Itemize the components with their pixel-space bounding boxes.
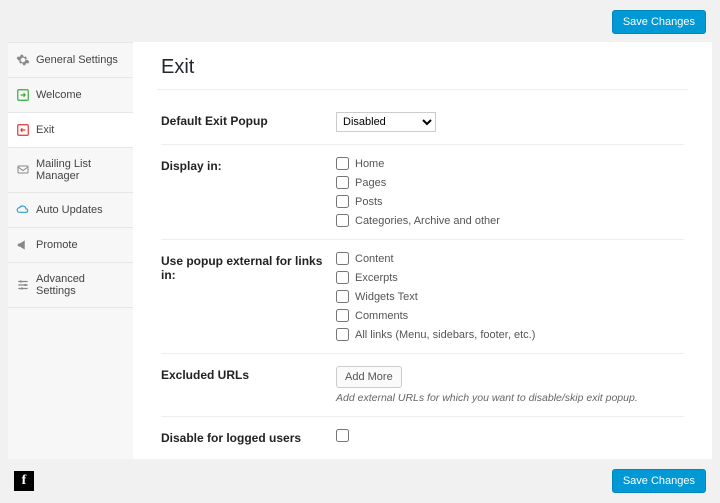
sidebar-item-general[interactable]: General Settings bbox=[8, 42, 133, 78]
check-posts[interactable]: Posts bbox=[336, 195, 684, 208]
sidebar-item-advanced[interactable]: Advanced Settings bbox=[8, 263, 133, 308]
check-excerpts[interactable]: Excerpts bbox=[336, 271, 684, 284]
row-display-in: Display in: Home Pages Posts Categories,… bbox=[161, 145, 684, 240]
check-content[interactable]: Content bbox=[336, 252, 684, 265]
sidebar-item-welcome[interactable]: Welcome bbox=[8, 78, 133, 113]
add-more-button[interactable]: Add More bbox=[336, 366, 402, 388]
check-categories[interactable]: Categories, Archive and other bbox=[336, 214, 684, 227]
row-disable-logged: Disable for logged users bbox=[161, 417, 684, 457]
checkbox-content[interactable] bbox=[336, 252, 349, 265]
checkbox-posts[interactable] bbox=[336, 195, 349, 208]
main-panel: Exit Default Exit Popup Disabled Display… bbox=[133, 42, 712, 459]
cloud-sync-icon bbox=[16, 203, 30, 217]
checkbox-widgets[interactable] bbox=[336, 290, 349, 303]
divider bbox=[157, 89, 688, 90]
sidebar-item-label: General Settings bbox=[36, 54, 118, 66]
label-default-popup: Default Exit Popup bbox=[161, 112, 336, 128]
save-button-bottom[interactable]: Save Changes bbox=[612, 469, 706, 493]
save-button-top[interactable]: Save Changes bbox=[612, 10, 706, 34]
checkbox-home[interactable] bbox=[336, 157, 349, 170]
check-widgets[interactable]: Widgets Text bbox=[336, 290, 684, 303]
row-excluded-urls: Excluded URLs Add More Add external URLs… bbox=[161, 354, 684, 417]
check-pages[interactable]: Pages bbox=[336, 176, 684, 189]
sidebar-item-exit[interactable]: Exit bbox=[8, 113, 133, 148]
check-comments[interactable]: Comments bbox=[336, 309, 684, 322]
envelope-icon bbox=[16, 163, 30, 177]
sliders-icon bbox=[16, 278, 30, 292]
label-display-in: Display in: bbox=[161, 157, 336, 173]
page-title: Exit bbox=[161, 56, 684, 79]
topbar: Save Changes bbox=[8, 8, 712, 42]
check-all-links[interactable]: All links (Menu, sidebars, footer, etc.) bbox=[336, 328, 684, 341]
bottombar: f Save Changes bbox=[8, 459, 712, 495]
label-external-links: Use popup external for links in: bbox=[161, 252, 336, 282]
check-home[interactable]: Home bbox=[336, 157, 684, 170]
checkbox-categories[interactable] bbox=[336, 214, 349, 227]
checkbox-comments[interactable] bbox=[336, 309, 349, 322]
arrow-in-icon bbox=[16, 88, 30, 102]
checkbox-excerpts[interactable] bbox=[336, 271, 349, 284]
sidebar: General Settings Welcome Exit Mailing Li… bbox=[8, 42, 133, 459]
facebook-icon[interactable]: f bbox=[14, 471, 34, 491]
checkbox-all-links[interactable] bbox=[336, 328, 349, 341]
excluded-urls-hint: Add external URLs for which you want to … bbox=[336, 392, 684, 404]
sidebar-item-promote[interactable]: Promote bbox=[8, 228, 133, 263]
sidebar-item-label: Advanced Settings bbox=[36, 273, 125, 297]
arrow-out-icon bbox=[16, 123, 30, 137]
sidebar-item-label: Exit bbox=[36, 124, 54, 136]
checkbox-pages[interactable] bbox=[336, 176, 349, 189]
checkbox-disable-logged[interactable] bbox=[336, 429, 349, 442]
row-external-links: Use popup external for links in: Content… bbox=[161, 240, 684, 354]
sidebar-item-auto-updates[interactable]: Auto Updates bbox=[8, 193, 133, 228]
sidebar-item-label: Promote bbox=[36, 239, 78, 251]
row-default-popup: Default Exit Popup Disabled bbox=[161, 100, 684, 145]
content-wrap: General Settings Welcome Exit Mailing Li… bbox=[8, 42, 712, 459]
label-disable-logged: Disable for logged users bbox=[161, 429, 336, 445]
sidebar-item-label: Welcome bbox=[36, 89, 82, 101]
megaphone-icon bbox=[16, 238, 30, 252]
sidebar-item-label: Auto Updates bbox=[36, 204, 103, 216]
sidebar-item-label: Mailing List Manager bbox=[36, 158, 125, 182]
sidebar-item-mailing[interactable]: Mailing List Manager bbox=[8, 148, 133, 193]
gear-icon bbox=[16, 53, 30, 67]
label-excluded-urls: Excluded URLs bbox=[161, 366, 336, 382]
default-popup-select[interactable]: Disabled bbox=[336, 112, 436, 132]
